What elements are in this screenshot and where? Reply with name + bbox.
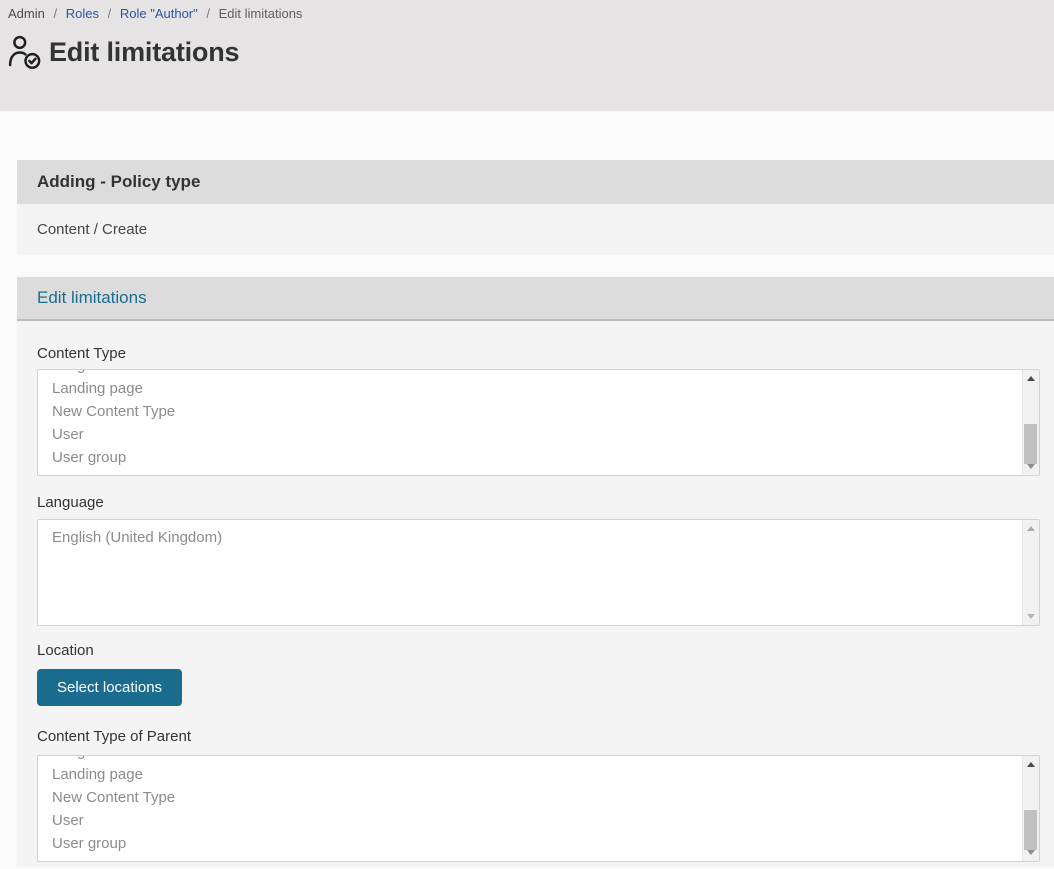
listbox-option[interactable]: English (United Kingdom)	[38, 526, 1039, 549]
user-check-icon	[8, 34, 42, 70]
scrollbar-down-button[interactable]	[1023, 458, 1039, 475]
page-header: Admin / Roles / Role "Author" / Edit lim…	[0, 0, 1054, 111]
language-label: Language	[37, 493, 1040, 512]
listbox-option[interactable]: User group	[38, 832, 1039, 855]
breadcrumb-item-current: Edit limitations	[219, 6, 303, 21]
policy-type-row: Content / Create	[17, 204, 1054, 255]
breadcrumb-item-role-author[interactable]: Role "Author"	[120, 6, 198, 21]
select-locations-button[interactable]: Select locations	[37, 669, 182, 706]
listbox-option[interactable]: User group	[38, 446, 1039, 469]
policy-type-value: Content / Create	[37, 221, 147, 238]
content-type-listbox[interactable]: Image Landing pageNew Content TypeUserUs…	[37, 369, 1040, 476]
edit-limitations-section: Edit limitations Content Type Image Land…	[17, 277, 1054, 867]
breadcrumb-item-roles[interactable]: Roles	[66, 6, 99, 21]
scrollbar-down-button[interactable]	[1023, 608, 1039, 625]
listbox-option[interactable]: New Content Type	[38, 786, 1039, 809]
listbox-option-clipped[interactable]: Image	[38, 755, 1039, 763]
breadcrumb-separator: /	[53, 6, 57, 21]
edit-limitations-body: Content Type Image Landing pageNew Conte…	[17, 321, 1054, 867]
listbox-option[interactable]: Landing page	[38, 377, 1039, 400]
content-type-of-parent-label: Content Type of Parent	[37, 727, 1040, 746]
breadcrumb-separator: /	[206, 6, 210, 21]
listbox-option[interactable]: Landing page	[38, 763, 1039, 786]
location-label: Location	[37, 641, 1040, 660]
scrollbar[interactable]	[1022, 756, 1039, 861]
language-listbox[interactable]: English (United Kingdom)	[37, 519, 1040, 626]
edit-limitations-header: Edit limitations	[17, 277, 1054, 321]
listbox-option-clipped[interactable]: Image	[38, 369, 1039, 377]
listbox-option[interactable]: User	[38, 809, 1039, 832]
listbox-option[interactable]: User	[38, 423, 1039, 446]
scrollbar[interactable]	[1022, 370, 1039, 475]
scrollbar-up-button[interactable]	[1023, 370, 1039, 387]
content-type-of-parent-listbox[interactable]: Image Landing pageNew Content TypeUserUs…	[37, 755, 1040, 862]
listbox-option[interactable]: New Content Type	[38, 400, 1039, 423]
policy-section-title: Adding - Policy type	[37, 172, 200, 192]
breadcrumb-separator: /	[108, 6, 112, 21]
breadcrumb-item-admin: Admin	[8, 6, 45, 21]
scrollbar[interactable]	[1022, 520, 1039, 625]
page-title-row: Edit limitations	[8, 34, 1054, 70]
policy-section: Adding - Policy type Content / Create	[17, 160, 1054, 255]
content-type-label: Content Type	[37, 344, 1040, 363]
scrollbar-down-button[interactable]	[1023, 844, 1039, 861]
scrollbar-up-button[interactable]	[1023, 520, 1039, 537]
edit-limitations-title: Edit limitations	[37, 288, 147, 308]
policy-section-header: Adding - Policy type	[17, 160, 1054, 204]
scrollbar-up-button[interactable]	[1023, 756, 1039, 773]
breadcrumb: Admin / Roles / Role "Author" / Edit lim…	[0, 0, 1054, 21]
page-title: Edit limitations	[49, 37, 239, 68]
